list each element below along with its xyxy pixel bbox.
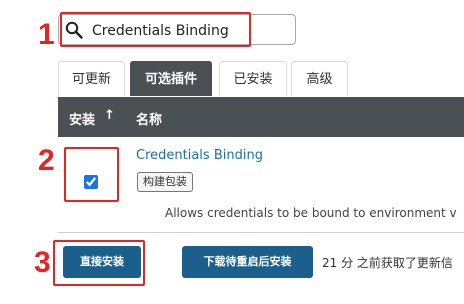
search-icon: [65, 21, 83, 39]
plugin-install-checkbox[interactable]: [84, 175, 98, 189]
tab-installed[interactable]: 已安装: [219, 61, 287, 96]
search-input[interactable]: [92, 21, 282, 41]
update-status-text: 21 分 之前获取了更新信: [322, 256, 453, 270]
step-number-3: 3: [34, 246, 51, 279]
table-header: 安装 ↑ 名称: [58, 97, 464, 137]
tab-updates[interactable]: 可更新: [58, 61, 125, 96]
column-header-install[interactable]: 安装: [69, 109, 95, 128]
download-install-after-restart-button[interactable]: 下载待重启后安装: [182, 246, 313, 278]
step-number-1: 1: [38, 18, 55, 51]
column-header-name[interactable]: 名称: [136, 109, 162, 128]
plugin-category-tag[interactable]: 构建包装: [137, 172, 193, 192]
step-number-2: 2: [38, 144, 55, 177]
plugin-name-link[interactable]: Credentials Binding: [136, 148, 263, 163]
install-now-button[interactable]: 直接安装: [63, 246, 141, 278]
divider: [58, 232, 464, 233]
tab-advanced[interactable]: 高级: [291, 61, 348, 96]
plugin-description: Allows credentials to be bound to enviro…: [165, 206, 457, 220]
sort-arrow-icon[interactable]: ↑: [104, 108, 115, 123]
tab-available[interactable]: 可选插件: [130, 61, 212, 96]
